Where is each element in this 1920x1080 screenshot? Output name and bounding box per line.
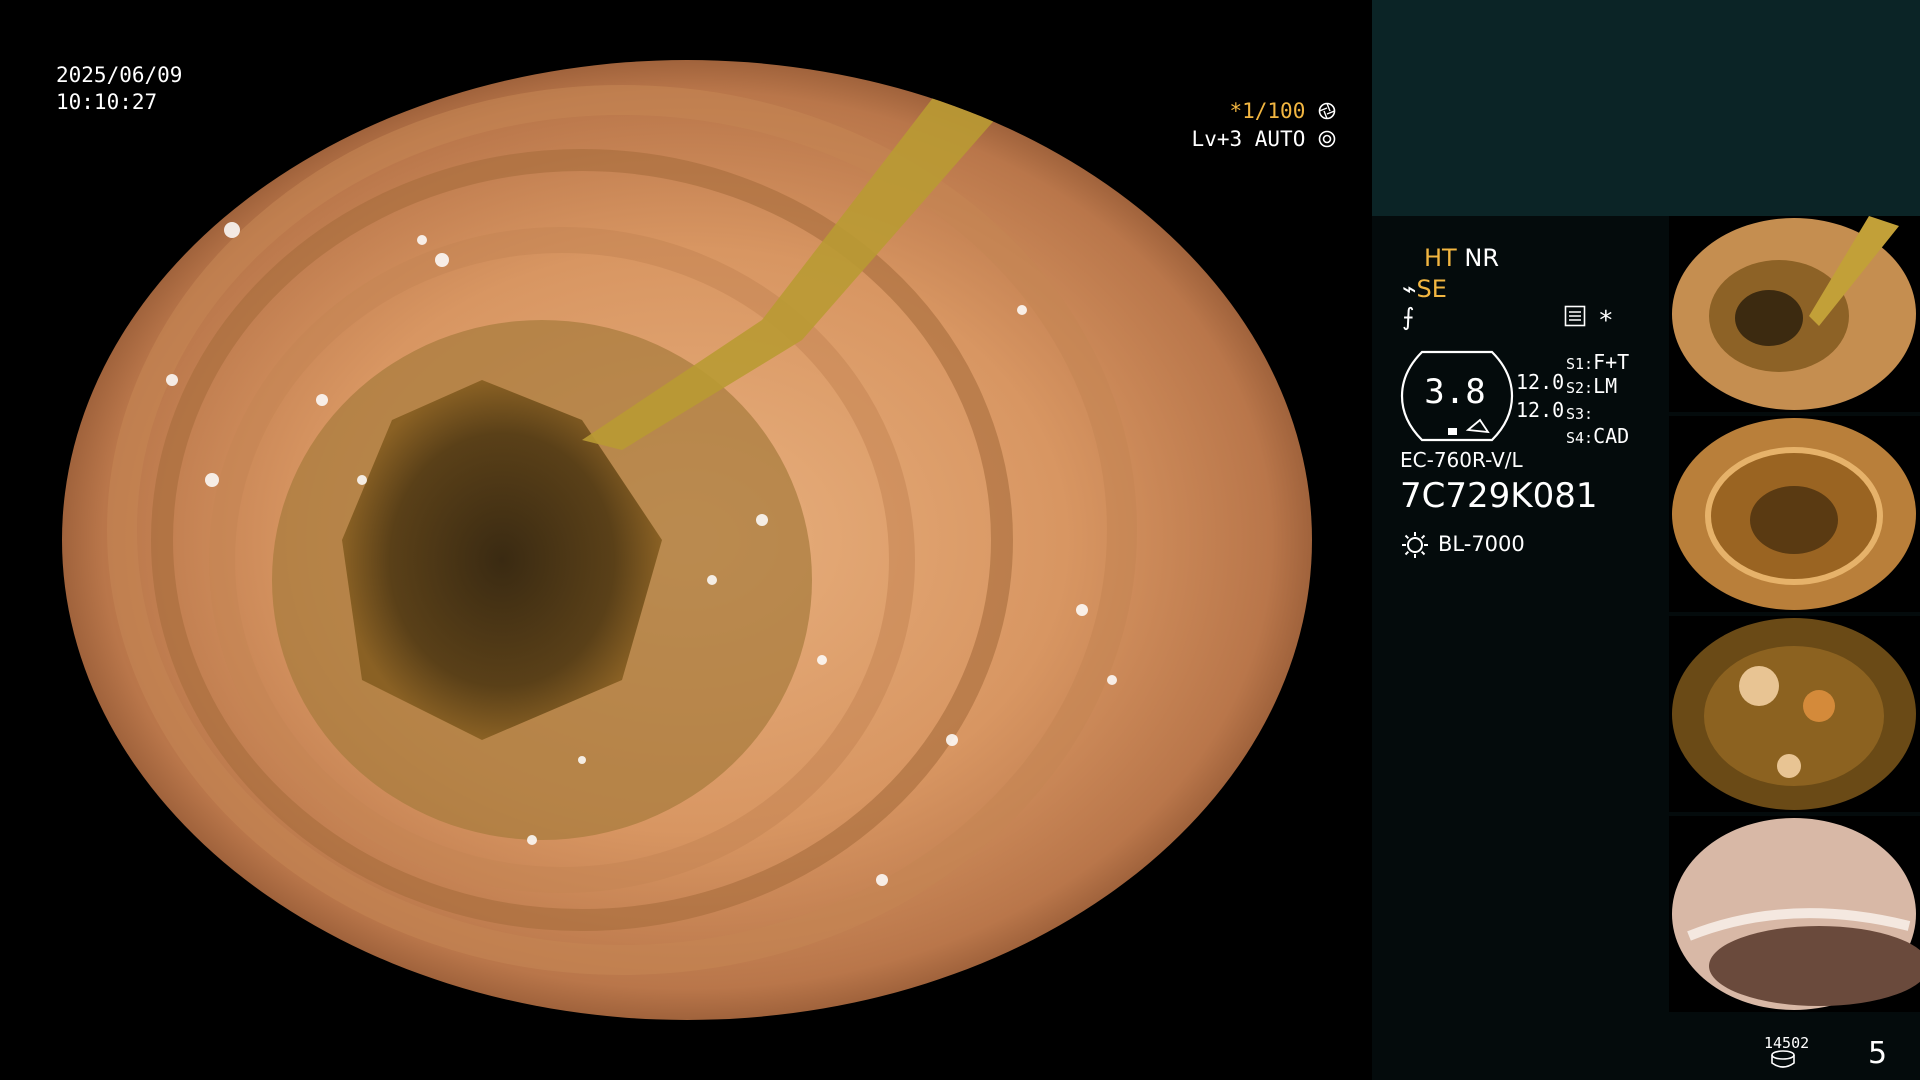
page-number: 5 [1868, 1036, 1888, 1071]
panel-header-area [1372, 0, 1920, 216]
thumbnail-1[interactable] [1669, 216, 1920, 412]
gauge-value: 3.8 [1424, 372, 1486, 412]
shutter-speed-display: *1/100 [1229, 98, 1336, 125]
structure-enhance-icon: ⌁ [1402, 275, 1417, 303]
iris-icon [1318, 130, 1336, 148]
ht-label: HT [1424, 244, 1457, 272]
slot-key: S2: [1566, 379, 1594, 397]
aperture-icon [1318, 102, 1336, 120]
slot-s4: S4:CAD [1566, 424, 1629, 448]
slot-value: F+T [1593, 350, 1630, 374]
star-indicator: * [1598, 306, 1614, 336]
slot-value: CAD [1593, 424, 1630, 448]
scope-serial: 7C729K081 [1400, 476, 1598, 516]
slot-key: S4: [1566, 429, 1594, 447]
info-side-panel: HT NR ⌁SE ⨍ * 3.8 12.0 12.0 S1:F+T S2:LM… [1372, 0, 1920, 1080]
shutter-speed-text: *1/100 [1229, 99, 1306, 123]
slot-key: S1: [1566, 355, 1594, 373]
brightness-level-display: Lv+3 AUTO [1192, 126, 1336, 153]
datetime-display: 2025/06/09 10:10:27 [56, 62, 182, 116]
se-label: SE [1416, 275, 1447, 303]
color-enhance-icon: ⨍ [1402, 303, 1415, 331]
time-text: 10:10:27 [56, 90, 158, 114]
captured-thumbnails [1669, 216, 1920, 1016]
slot-value: LM [1593, 374, 1618, 398]
thumbnail-4[interactable] [1669, 816, 1920, 1012]
param-value-2: 12.0 [1516, 398, 1565, 422]
scope-model: EC-760R-V/L [1400, 448, 1523, 472]
brightness-level-text: Lv+3 AUTO [1191, 127, 1306, 151]
param-value-1: 12.0 [1516, 370, 1565, 394]
storage-icon [1771, 1050, 1795, 1068]
date-text: 2025/06/09 [56, 63, 183, 87]
thumbnail-2[interactable] [1669, 416, 1920, 612]
thumbnail-3[interactable] [1669, 616, 1920, 812]
slot-s2: S2:LM [1566, 374, 1617, 398]
settings-menu-icon [1564, 305, 1586, 327]
endoscope-main-view: 2025/06/09 10:10:27 *1/100 Lv+3 AUTO [0, 0, 1372, 1080]
light-source-icon [1402, 532, 1428, 558]
slot-s3: S3: [1566, 400, 1593, 424]
image-mode-indicator: HT NR [1424, 244, 1499, 272]
light-source-model: BL-7000 [1438, 532, 1525, 556]
structure-enhance-indicator: ⌁SE [1402, 275, 1447, 303]
slot-key: S3: [1566, 405, 1594, 423]
slot-s1: S1:F+T [1566, 350, 1629, 374]
endoscope-live-image [62, 60, 1312, 1020]
nr-label: NR [1464, 244, 1499, 272]
